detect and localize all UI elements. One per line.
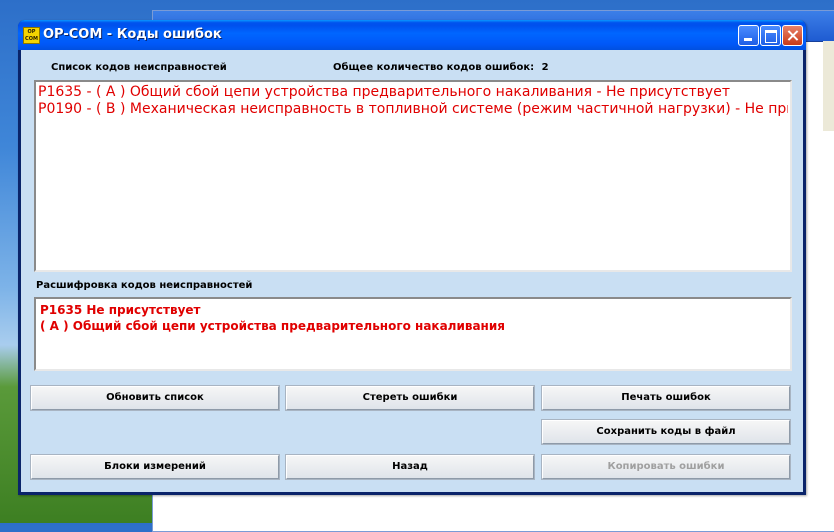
fault-list-label: Список кодов неисправностей bbox=[51, 62, 227, 73]
back-button[interactable]: Назад bbox=[285, 454, 535, 480]
total-codes-count: 2 bbox=[541, 62, 549, 73]
opcom-app-icon: OP COM bbox=[23, 27, 40, 44]
decoding-textbox[interactable]: P1635 Не присутствует ( A ) Общий сбой ц… bbox=[34, 297, 792, 371]
refresh-list-button[interactable]: Обновить список bbox=[30, 385, 280, 411]
close-button[interactable] bbox=[782, 25, 803, 46]
decoding-label: Расшифровка кодов неисправностей bbox=[36, 280, 253, 291]
window-client-area: Список кодов неисправностей Общее количе… bbox=[21, 50, 803, 492]
background-window-panel bbox=[823, 41, 834, 131]
total-codes-label: Общее количество кодов ошибок: 2 bbox=[333, 62, 549, 73]
error-codes-window: OP COM OP-COM - Коды ошибок Список кодов… bbox=[18, 20, 806, 495]
print-errors-button[interactable]: Печать ошибок bbox=[541, 385, 791, 411]
list-item[interactable]: P0190 - ( B ) Механическая неисправность… bbox=[38, 101, 788, 118]
title-bar[interactable]: OP COM OP-COM - Коды ошибок bbox=[18, 20, 806, 50]
copy-errors-button[interactable]: Копировать ошибки bbox=[541, 454, 791, 480]
decoding-line: P1635 Не присутствует bbox=[40, 303, 201, 317]
decoding-line: ( A ) Общий сбой цепи устройства предвар… bbox=[40, 319, 505, 333]
list-item[interactable]: P1635 - ( A ) Общий сбой цепи устройства… bbox=[38, 84, 788, 101]
total-codes-text: Общее количество кодов ошибок: bbox=[333, 62, 535, 73]
save-codes-button[interactable]: Сохранить коды в файл bbox=[541, 419, 791, 445]
minimize-button[interactable] bbox=[738, 25, 759, 46]
fault-codes-list[interactable]: P1635 - ( A ) Общий сбой цепи устройства… bbox=[34, 80, 792, 272]
maximize-button[interactable] bbox=[760, 25, 781, 46]
window-title: OP-COM - Коды ошибок bbox=[43, 27, 222, 42]
measurement-blocks-button[interactable]: Блоки измерений bbox=[30, 454, 280, 480]
clear-errors-button[interactable]: Стереть ошибки bbox=[285, 385, 535, 411]
